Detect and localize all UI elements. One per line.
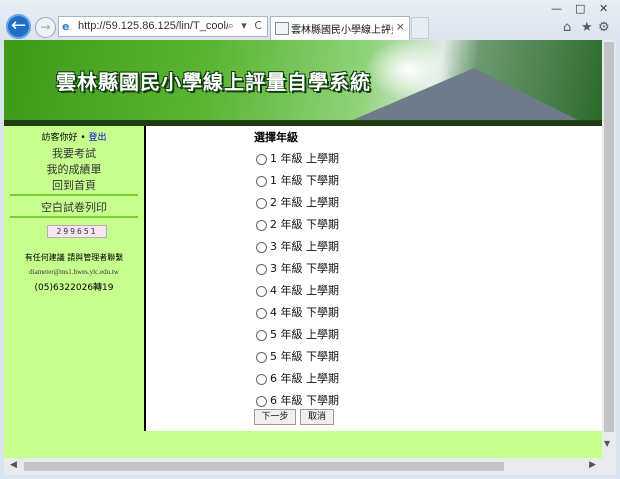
scroll-down-arrow-icon[interactable]: ▼ [604,439,610,448]
grade-selection-panel: 選擇年級 1 年級 上學期 1 年級 下學期 2 年級 上學期 2 年級 下學期… [146,126,602,431]
visitor-counter: 299651 [47,225,107,238]
grade-option[interactable]: 1 年級 下學期 [256,172,339,188]
grade-option-label: 4 年級 下學期 [270,306,339,319]
grade-option[interactable]: 4 年級 下學期 [256,304,339,320]
next-step-button[interactable]: 下一步 [254,409,296,425]
radio-button[interactable] [256,373,267,385]
vertical-scroll-thumb[interactable] [604,42,614,432]
favorites-star-icon[interactable]: ★ [581,20,593,35]
grade-option-label: 6 年級 上學期 [270,372,339,385]
radio-button[interactable] [256,285,267,297]
vertical-scrollbar[interactable]: ▼ [602,40,616,458]
maximize-icon[interactable]: □ [575,2,585,15]
browser-tab[interactable]: 雲林縣國民小學線上評量自... × [270,16,410,40]
grade-option[interactable]: 2 年級 上學期 [256,194,339,210]
grade-option[interactable]: 1 年級 上學期 [256,150,339,166]
grade-option-label: 1 年級 上學期 [270,152,339,165]
tab-page-icon [275,22,289,35]
nav-home[interactable]: 回到首頁 [4,177,144,193]
horizontal-scroll-thumb[interactable] [24,462,504,471]
nav-take-exam[interactable]: 我要考試 [4,145,144,161]
contact-email[interactable]: diameter@ms1.hwes.ylc.edu.tw [4,268,144,276]
contact-phone: (05)6322026轉19 [34,283,114,293]
radio-button[interactable] [256,351,267,363]
radio-button[interactable] [256,395,267,407]
page-bottom-area [4,431,602,458]
address-controls-icon[interactable]: ⌕ ▾ C [228,19,264,33]
radio-button[interactable] [256,263,267,275]
grade-option[interactable]: 3 年級 上學期 [256,238,339,254]
horizontal-scrollbar[interactable]: ◀ ▶ [4,458,602,475]
grade-option[interactable]: 6 年級 下學期 [256,392,339,408]
radio-button[interactable] [256,175,267,187]
radio-button[interactable] [256,197,267,209]
grade-heading: 選擇年級 [254,131,298,144]
grade-option-label: 3 年級 下學期 [270,262,339,275]
scroll-right-arrow-icon[interactable]: ▶ [589,460,596,470]
grade-option-label: 2 年級 上學期 [270,196,339,209]
radio-button[interactable] [256,307,267,319]
address-url[interactable]: http://59.125.86.125/lin/T_cool/Page1.as… [78,20,228,32]
contact-note: 有任何建議 請與管理者聯繫 [24,253,124,262]
header-banner: 雲林縣國民小學線上評量自學系統 [4,40,602,120]
new-tab-button[interactable] [411,17,429,39]
user-greeting: 訪客你好 • 登出 [4,130,144,143]
grade-option-label: 6 年級 下學期 [270,394,339,407]
sidebar-divider [10,194,138,196]
grade-option-label: 1 年級 下學期 [270,174,339,187]
grade-option[interactable]: 3 年級 下學期 [256,260,339,276]
grade-option-label: 2 年級 下學期 [270,218,339,231]
grade-option-label: 4 年級 上學期 [270,284,339,297]
site-title: 雲林縣國民小學線上評量自學系統 [56,70,371,94]
grade-option[interactable]: 5 年級 上學期 [256,326,339,342]
radio-button[interactable] [256,329,267,341]
scrollbar-corner [602,458,616,475]
ie-page-icon: e [62,20,70,33]
radio-button[interactable] [256,153,267,165]
grade-option[interactable]: 4 年級 上學期 [256,282,339,298]
cancel-button[interactable]: 取消 [300,409,334,425]
page-viewport: 雲林縣國民小學線上評量自學系統 訪客你好 • 登出 我要考試 我的成績單 回到首… [4,40,602,458]
greeting-text: 訪客你好 • [41,133,86,143]
grade-option-label: 5 年級 下學期 [270,350,339,363]
settings-gear-icon[interactable]: ⚙ [598,20,610,35]
sidebar: 訪客你好 • 登出 我要考試 我的成績單 回到首頁 空白試卷列印 299651 … [4,126,144,431]
grade-option-label: 3 年級 上學期 [270,240,339,253]
logout-link[interactable]: 登出 [89,133,107,143]
grade-option[interactable]: 5 年級 下學期 [256,348,339,364]
nav-my-report-card[interactable]: 我的成績單 [4,161,144,177]
address-bar[interactable]: e http://59.125.86.125/lin/T_cool/Page1.… [58,16,268,37]
radio-button[interactable] [256,241,267,253]
browser-chrome: ← → e http://59.125.86.125/lin/T_cool/Pa… [0,0,620,40]
home-icon[interactable]: ⌂ [563,20,571,35]
radio-button[interactable] [256,219,267,231]
banner-road-image [334,68,594,120]
grade-option-label: 5 年級 上學期 [270,328,339,341]
tab-title[interactable]: 雲林縣國民小學線上評量自... [291,21,393,36]
sidebar-divider [10,216,138,218]
scroll-left-arrow-icon[interactable]: ◀ [10,460,17,470]
grade-option[interactable]: 6 年級 上學期 [256,370,339,386]
grade-option[interactable]: 2 年級 下學期 [256,216,339,232]
tab-close-icon[interactable]: × [396,20,405,33]
back-arrow-icon[interactable]: ← [6,14,31,39]
forward-arrow-icon[interactable]: → [35,17,56,38]
nav-print-blank-test[interactable]: 空白試卷列印 [4,199,144,215]
minimize-icon[interactable]: — [551,2,562,15]
close-window-icon[interactable]: ✕ [599,2,608,15]
